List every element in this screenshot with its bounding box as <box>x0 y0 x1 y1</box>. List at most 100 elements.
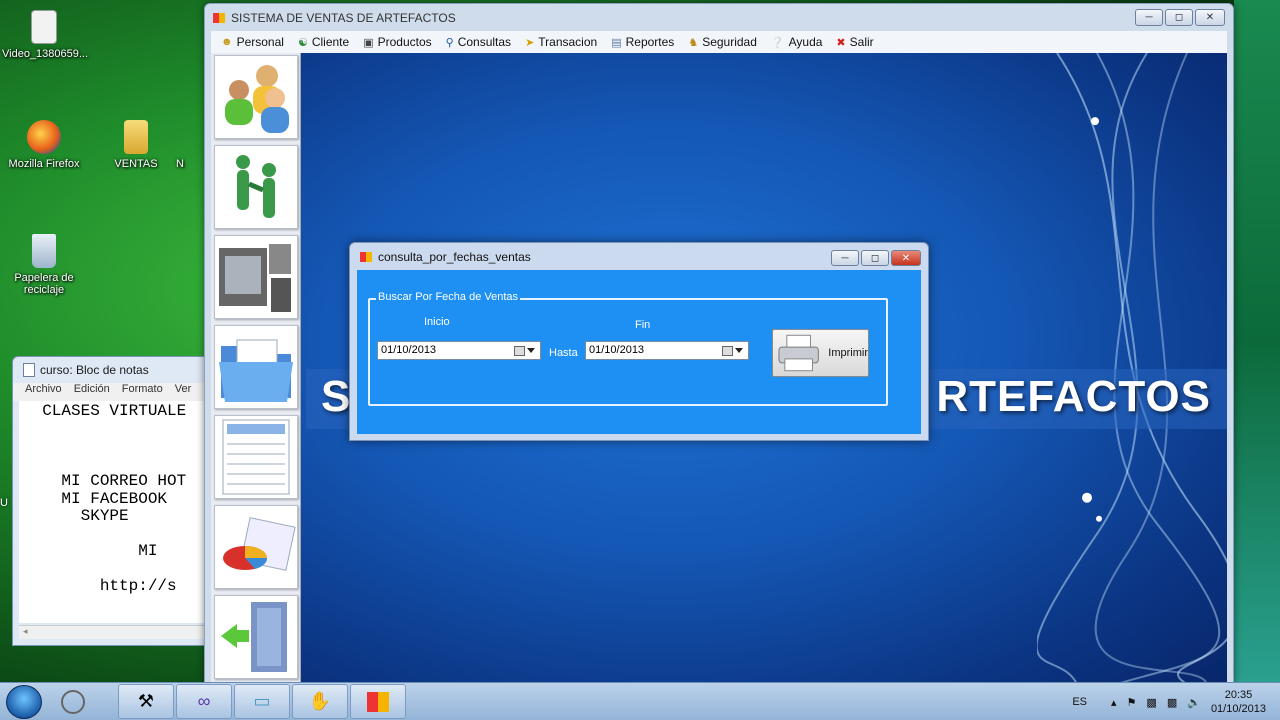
notepad-line: MI FACEBOOK <box>23 489 168 508</box>
notepad-menu-formato[interactable]: Formato <box>122 383 163 401</box>
calendar-dropdown-icon[interactable] <box>722 343 746 358</box>
handshake-icon <box>236 155 276 218</box>
notepad-text-area[interactable]: CLASES VIRTUALE​​​ MI CORREO HOT MI FACE… <box>19 401 211 623</box>
menu-cliente[interactable]: ☯ Cliente <box>298 35 349 49</box>
menu-label: Transacion <box>538 35 598 49</box>
start-date-picker[interactable]: 01/10/2013 <box>377 341 541 360</box>
notepad-window[interactable]: curso: Bloc de notas Archivo Edición For… <box>12 356 212 646</box>
notepad-line: MI <box>23 542 158 560</box>
dialog-body: Buscar Por Fecha de Ventas Inicio Fin 01… <box>357 270 921 434</box>
desktop-icon-firefox[interactable]: Mozilla Firefox <box>2 120 86 170</box>
appliances-icon <box>219 244 291 312</box>
side-toolbar <box>211 53 301 684</box>
maximize-button[interactable]: ◻ <box>1165 9 1193 26</box>
padlock-icon: ♞ <box>688 36 699 49</box>
menu-ayuda[interactable]: ❔ Ayuda <box>771 35 823 49</box>
pie-chart-icon <box>223 517 296 571</box>
notepad-line: ​ <box>23 421 207 439</box>
desktop-icon-label: Video_1380659... <box>2 48 89 60</box>
minimize-button[interactable]: ─ <box>1135 9 1163 26</box>
start-date-value: 01/10/2013 <box>381 344 437 356</box>
dialog-minimize-button[interactable]: ─ <box>831 250 859 266</box>
menu-productos[interactable]: ▣ Productos <box>363 35 431 49</box>
menu-label: Seguridad <box>702 35 757 49</box>
dialog-close-button[interactable]: ✕ <box>891 250 921 266</box>
app-icon <box>360 251 372 262</box>
sidebar-button-salir[interactable] <box>214 595 298 679</box>
notepad-menu-archivo[interactable]: Archivo <box>25 383 62 401</box>
print-button-label: Imprimir <box>828 347 868 359</box>
sidebar-button-reportes[interactable] <box>214 505 298 589</box>
notepad-line: ​ <box>23 526 207 544</box>
desktop-icon-recycle[interactable]: Papelera de reciclaje <box>2 234 86 296</box>
notepad-horizontal-scrollbar[interactable]: ◂ <box>19 625 211 639</box>
notepad-line: ​ <box>23 456 207 474</box>
close-button[interactable]: ✕ <box>1195 9 1225 26</box>
dialog-maximize-button[interactable]: ◻ <box>861 250 889 266</box>
folder-icon <box>219 339 293 402</box>
desktop-icon-ventas[interactable]: VENTAS <box>94 120 178 170</box>
printer-icon <box>778 334 819 372</box>
menu-seguridad[interactable]: ♞ Seguridad <box>688 35 757 49</box>
notepad-line: MI CORREO HOT <box>23 472 187 490</box>
clock[interactable]: 20:35 01/10/2013 <box>1211 688 1266 716</box>
clock-date: 01/10/2013 <box>1210 703 1266 715</box>
calendar-dropdown-icon[interactable] <box>514 343 538 358</box>
desktop-icon-label: Papelera de reciclaje <box>14 272 74 296</box>
sidebar-button-personal[interactable] <box>214 55 298 139</box>
main-window-controls: ─ ◻ ✕ <box>1135 9 1225 26</box>
language-indicator[interactable]: ES <box>1072 696 1087 708</box>
notepad-line: ​ <box>23 438 207 456</box>
notepad-icon: ▭ <box>253 691 271 711</box>
menu-transacion[interactable]: ➤ Transacion <box>525 35 597 49</box>
menu-reportes[interactable]: ▤ Reportes <box>611 35 674 49</box>
menu-consultas[interactable]: ⚲ Consultas <box>446 35 511 49</box>
desktop-right-edge <box>1234 0 1280 682</box>
start-button[interactable] <box>6 685 42 719</box>
sidebar-button-cliente[interactable] <box>214 145 298 229</box>
usb-icon[interactable]: ▩ <box>1146 696 1156 709</box>
system-tray: ES ▴ ⚑ ▩ ▩ 🔈 20:35 01/10/2013 <box>1072 683 1280 720</box>
people-icon: ☻ <box>221 36 233 48</box>
notepad-menu-ver[interactable]: Ver <box>175 383 192 401</box>
sidebar-button-consultas[interactable] <box>214 325 298 409</box>
query-dialog[interactable]: consulta_por_fechas_ventas ─ ◻ ✕ Buscar … <box>349 242 929 441</box>
label-inicio: Inicio <box>424 316 450 328</box>
menu-label: Salir <box>849 35 874 49</box>
dialog-window-controls: ─ ◻ ✕ <box>831 250 921 266</box>
main-menubar: ☻ Personal ☯ Cliente ▣ Productos ⚲ Consultas… <box>211 31 1227 53</box>
network-icon <box>61 689 85 714</box>
taskbar-item-app[interactable]: ✋ <box>292 684 348 719</box>
taskbar-item-visual-studio[interactable]: ∞ <box>176 684 232 719</box>
exit-icon: ✖ <box>836 36 846 49</box>
glove-icon: ✋ <box>308 691 332 711</box>
notepad-line: CLASES VIRTUALE <box>23 402 187 420</box>
sidebar-button-transacion[interactable] <box>214 415 298 499</box>
taskbar-item-explorer[interactable] <box>55 684 91 719</box>
notepad-line: ​ <box>23 561 207 579</box>
notepad-title: curso: Bloc de notas <box>40 363 149 377</box>
taskbar-item-notepad[interactable]: ▭ <box>234 684 290 719</box>
taskbar-item-ventas[interactable] <box>350 684 406 719</box>
menu-label: Ayuda <box>788 35 823 49</box>
notepad-titlebar[interactable]: curso: Bloc de notas <box>13 357 211 383</box>
banner-text-left: S <box>321 372 352 421</box>
sidebar-button-productos[interactable] <box>214 235 298 319</box>
end-date-picker[interactable]: 01/10/2013 <box>585 341 749 360</box>
volume-icon[interactable]: 🔈 <box>1187 696 1201 709</box>
main-titlebar[interactable]: SISTEMA DE VENTAS DE ARTEFACTOS <box>205 4 1233 31</box>
show-hidden-icons-icon[interactable]: ▴ <box>1111 696 1117 709</box>
menu-label: Productos <box>377 35 432 49</box>
menu-label: Personal <box>236 35 284 49</box>
app-icon <box>367 691 389 712</box>
flag-icon[interactable]: ⚑ <box>1127 696 1137 709</box>
notepad-menu-edicion[interactable]: Edición <box>74 383 110 401</box>
signal-icon[interactable]: ▩ <box>1167 696 1177 709</box>
desktop-icon-partial[interactable]: N <box>176 158 204 170</box>
desktop-icon-label: N <box>176 158 184 170</box>
menu-salir[interactable]: ✖ Salir <box>836 35 873 49</box>
menu-personal[interactable]: ☻ Personal <box>221 35 284 49</box>
print-button[interactable]: Imprimir <box>772 329 869 377</box>
desktop-icon-video[interactable]: Video_1380659... <box>2 10 89 60</box>
taskbar-item-tools[interactable]: ⚒ <box>118 684 174 719</box>
